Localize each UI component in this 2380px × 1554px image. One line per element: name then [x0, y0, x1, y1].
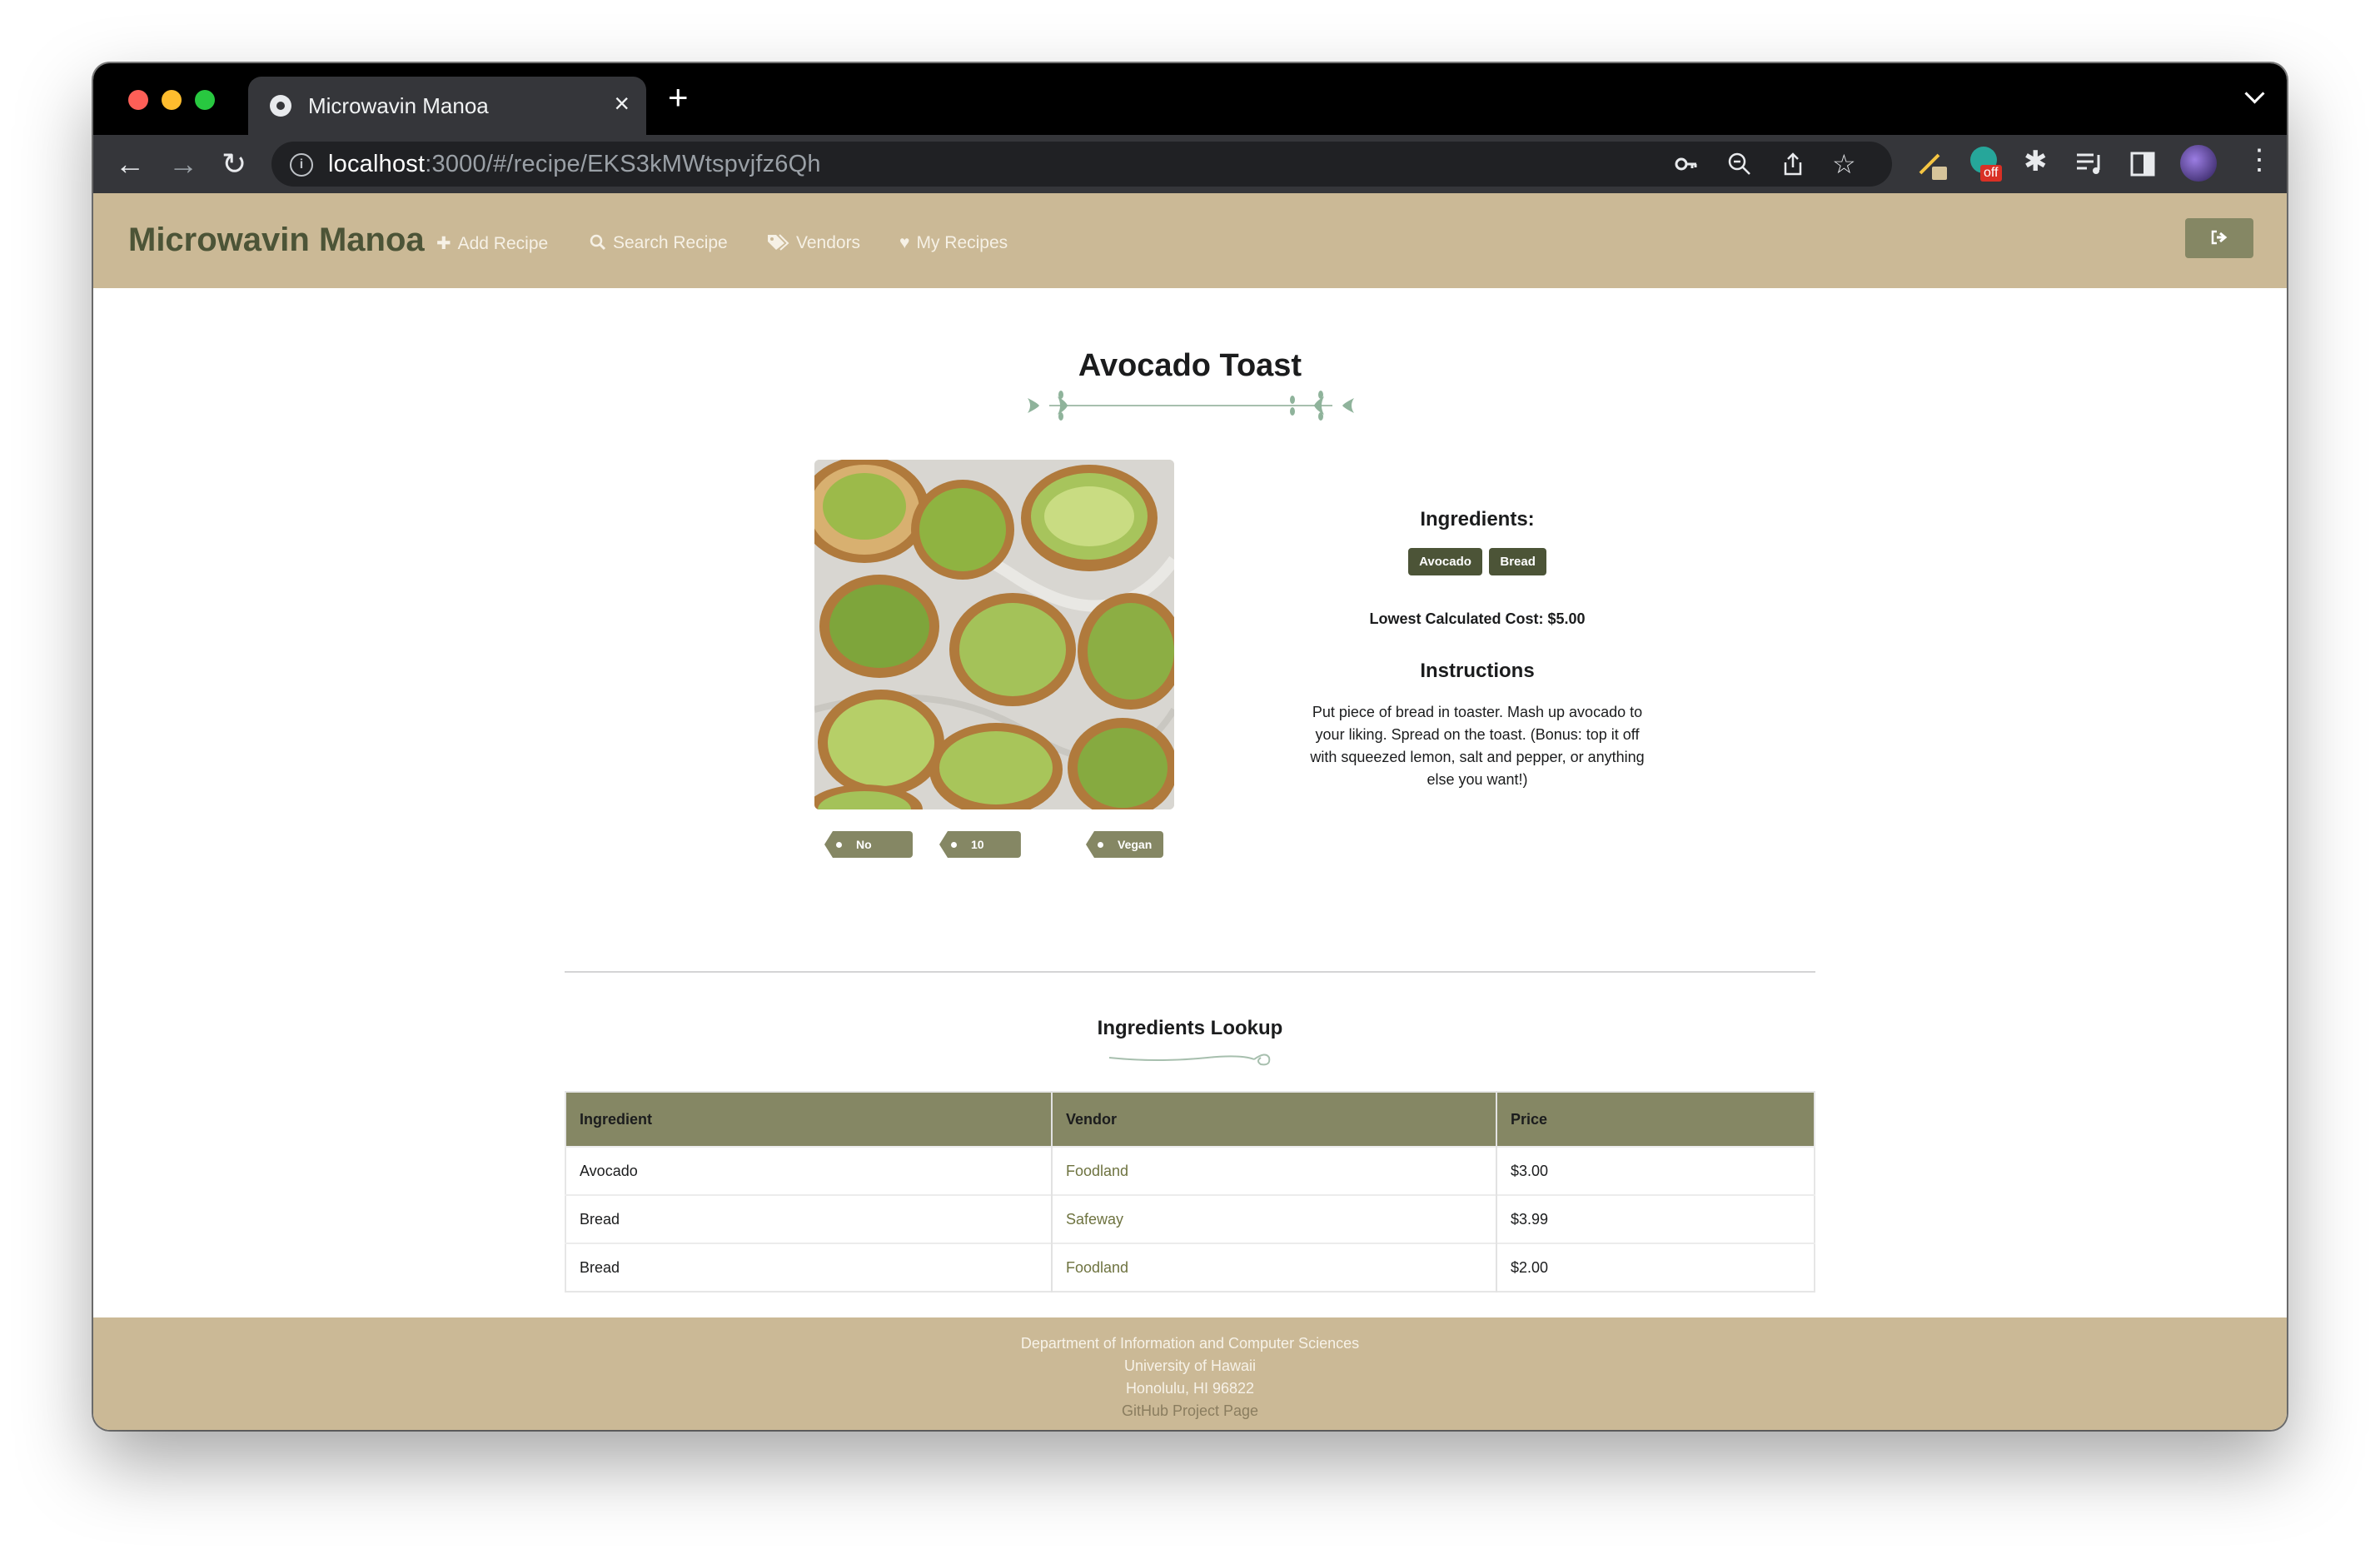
tag-no-peanuts: No Peanuts — [824, 831, 914, 858]
cell-vendor: Safeway — [1051, 1194, 1496, 1243]
new-tab-button[interactable]: + — [668, 80, 689, 115]
minimize-window-button[interactable] — [162, 90, 182, 110]
cell-ingredient: Bread — [565, 1243, 1052, 1292]
ingredient-labels: Avocado Bread — [1302, 548, 1652, 575]
side-panel-icon[interactable] — [2130, 152, 2155, 177]
cell-vendor: Foodland — [1051, 1243, 1496, 1292]
site-navbar: Microwavin Manoa ✚ Add Recipe Search Reci… — [93, 193, 2287, 288]
back-arrow-icon[interactable]: ← — [115, 143, 145, 185]
avocado-toast-image — [814, 460, 1174, 809]
cell-ingredient: Bread — [565, 1194, 1052, 1243]
nav-add-recipe[interactable]: ✚ Add Recipe — [436, 233, 548, 254]
nav-search-recipe[interactable]: Search Recipe — [590, 233, 728, 253]
table-header-row: Ingredient Vendor Price — [565, 1092, 1815, 1147]
vendor-link[interactable]: Safeway — [1066, 1211, 1123, 1228]
ingredient-label: Avocado — [1408, 548, 1482, 575]
favicon-icon — [270, 95, 291, 117]
ingredients-heading: Ingredients: — [1420, 508, 1535, 530]
tags-icon — [768, 234, 789, 251]
recipe-title: Avocado Toast — [1078, 348, 1302, 383]
vendor-link[interactable]: Foodland — [1066, 1259, 1128, 1276]
cell-vendor: Foodland — [1051, 1146, 1496, 1195]
recipe-details: Ingredients: Avocado Bread Lowest Calcul… — [1302, 508, 1652, 791]
cell-price: $3.99 — [1496, 1194, 1815, 1243]
table-row: Bread Foodland $2.00 — [565, 1243, 1815, 1292]
browser-toolbar: ← → ↻ i localhost:3000/#/recipe/EKS3kMWt… — [93, 135, 2287, 193]
browser-tab[interactable]: Microwavin Manoa × — [248, 77, 646, 135]
close-window-button[interactable] — [128, 90, 148, 110]
logout-button[interactable] — [2185, 218, 2253, 258]
tag-10-minute-recipe: 10 Minute Recipe — [939, 831, 1021, 858]
site-info-icon[interactable]: i — [290, 153, 313, 177]
reload-icon[interactable]: ↻ — [222, 143, 246, 185]
ingredient-label: Bread — [1489, 548, 1546, 575]
ingredients-lookup-title: Ingredients Lookup — [1097, 1017, 1283, 1039]
extension-off-icon[interactable]: off — [1970, 147, 2004, 182]
url-text: localhost:3000/#/recipe/EKS3kMWtspvjfz6Q… — [328, 151, 821, 177]
address-bar[interactable]: i localhost:3000/#/recipe/EKS3kMWtspvjfz… — [271, 142, 1892, 187]
plus-icon: ✚ — [436, 234, 451, 253]
table-row: Avocado Foodland $3.00 — [565, 1146, 1815, 1195]
nav-vendors[interactable]: Vendors — [766, 233, 860, 253]
github-project-link[interactable]: GitHub Project Page — [93, 1400, 2287, 1422]
key-icon[interactable] — [1674, 152, 1699, 177]
media-control-icon[interactable] — [2075, 152, 2104, 177]
leaf-divider-icon — [1028, 391, 1354, 421]
tab-title: Microwavin Manoa — [308, 93, 489, 118]
heart-icon: ♥ — [899, 233, 910, 252]
chrome-menu-icon[interactable]: ⋮ — [2245, 143, 2273, 177]
column-header-ingredient: Ingredient — [565, 1092, 1052, 1147]
vendor-link[interactable]: Foodland — [1066, 1163, 1128, 1179]
cell-ingredient: Avocado — [565, 1146, 1052, 1195]
footer-department: Department of Information and Computer S… — [1020, 1335, 1360, 1352]
ingredients-lookup-table: Ingredient Vendor Price Avocado Foodland… — [565, 1091, 1815, 1293]
footer-address: Honolulu, HI 96822 — [1125, 1380, 1255, 1397]
recipe-photo — [814, 460, 1174, 809]
column-header-price: Price — [1496, 1092, 1815, 1147]
table-row: Bread Safeway $3.99 — [565, 1194, 1815, 1243]
profile-avatar[interactable] — [2180, 145, 2217, 182]
forward-arrow-icon[interactable]: → — [168, 143, 198, 185]
tab-search-chevron-icon[interactable] — [2244, 83, 2265, 104]
column-header-vendor: Vendor — [1051, 1092, 1496, 1147]
brand-logo[interactable]: Microwavin Manoa — [128, 222, 425, 259]
tag-vegan: Vegan — [1086, 831, 1164, 858]
nav-my-recipes[interactable]: ♥ My Recipes — [899, 233, 1008, 253]
main-content: Avocado Toast No Peanuts 10 Minute Recip… — [93, 288, 2287, 1381]
tab-close-icon[interactable]: × — [614, 90, 630, 117]
cell-price: $2.00 — [1496, 1243, 1815, 1292]
footer-university: University of Hawaii — [1123, 1357, 1257, 1374]
search-icon — [590, 234, 606, 251]
site-footer: Department of Information and Computer S… — [93, 1317, 2287, 1430]
cell-price: $3.00 — [1496, 1146, 1815, 1195]
browser-window: Microwavin Manoa × + ← → ↻ i localhost:3… — [93, 63, 2287, 1430]
zoom-out-icon[interactable] — [1727, 152, 1752, 177]
instructions-heading: Instructions — [1420, 660, 1535, 682]
share-icon[interactable] — [1780, 152, 1805, 177]
pen-extension-icon[interactable] — [1917, 148, 1950, 182]
maximize-window-button[interactable] — [195, 90, 215, 110]
puzzle-extensions-icon[interactable]: ✱ — [2024, 145, 2048, 178]
instructions-text: Put piece of bread in toaster. Mash up a… — [1310, 704, 1645, 788]
lowest-cost: Lowest Calculated Cost: $5.00 — [1369, 610, 1586, 627]
swirl-divider-icon — [1108, 1053, 1271, 1066]
title-bar: Microwavin Manoa × + — [93, 63, 2287, 135]
section-divider — [565, 971, 1815, 973]
sign-out-icon — [2211, 230, 2228, 245]
bookmark-star-icon[interactable]: ☆ — [1832, 148, 1856, 180]
